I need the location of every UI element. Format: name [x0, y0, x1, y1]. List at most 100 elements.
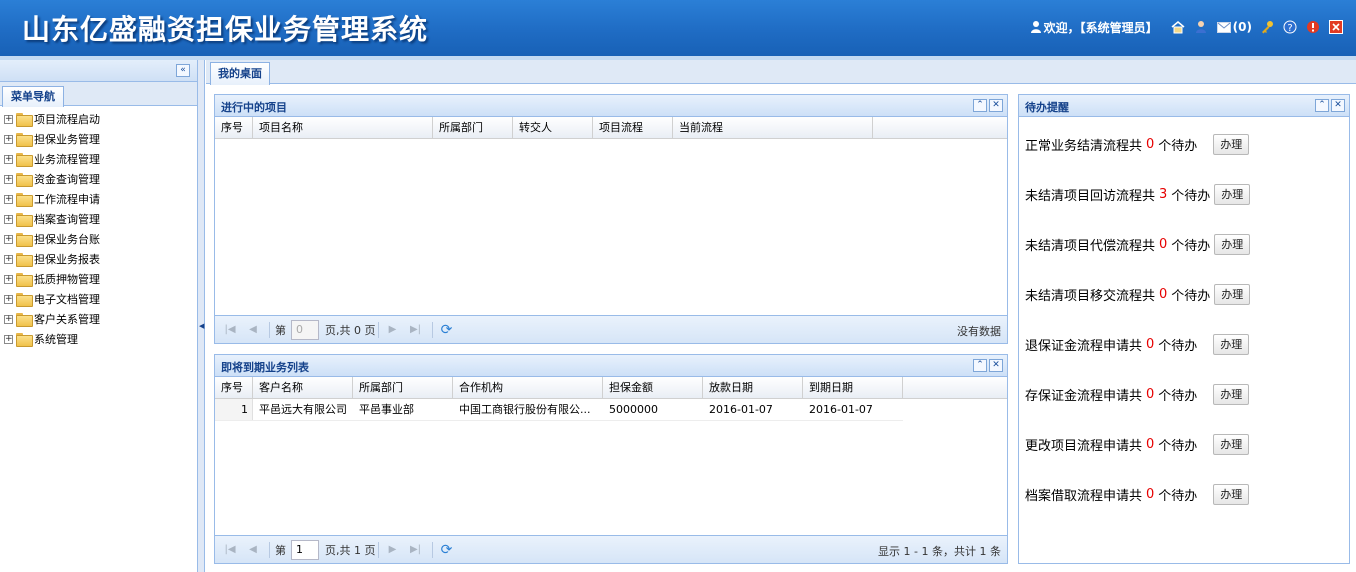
next-page-icon[interactable]: ▶	[384, 542, 402, 558]
tree-item[interactable]: + 电子文档管理	[0, 289, 197, 309]
close-panel-icon[interactable]: ✕	[1331, 99, 1345, 112]
handle-button[interactable]: 办理	[1213, 333, 1250, 355]
mail-icon[interactable]	[1216, 19, 1232, 35]
tree-item-label[interactable]: 担保业务报表	[34, 251, 100, 267]
expand-icon[interactable]: +	[4, 294, 13, 304]
tree-item[interactable]: + 担保业务报表	[0, 249, 197, 269]
collapse-panel-icon[interactable]: ⌃	[1315, 99, 1329, 112]
splitter[interactable]: ◀	[198, 60, 205, 572]
svg-text:?: ?	[1287, 23, 1292, 34]
handle-button[interactable]: 办理	[1214, 283, 1251, 305]
expand-icon[interactable]: +	[4, 174, 13, 184]
first-page-icon[interactable]: |◀	[221, 542, 239, 558]
todo-label: 档案借取流程申请共	[1025, 488, 1143, 504]
expand-icon[interactable]: +	[4, 234, 13, 244]
tree-item[interactable]: + 项目流程启动	[0, 109, 197, 129]
first-page-icon[interactable]: |◀	[221, 322, 239, 338]
tab-menu-navigation[interactable]: 菜单导航	[2, 86, 64, 107]
column-header[interactable]: 客户名称	[253, 377, 353, 399]
tree-item-label[interactable]: 业务流程管理	[34, 151, 100, 167]
tree-item-label[interactable]: 档案查询管理	[34, 211, 100, 227]
tree-item[interactable]: + 担保业务管理	[0, 129, 197, 149]
expand-icon[interactable]: +	[4, 314, 13, 324]
panel-title: 待办提醒	[1025, 101, 1069, 114]
column-header[interactable]: 项目流程	[593, 117, 673, 139]
handle-button[interactable]: 办理	[1214, 233, 1251, 255]
page-prefix: 第	[275, 323, 286, 337]
tab-my-desktop[interactable]: 我的桌面	[210, 62, 270, 85]
page-input[interactable]: 1	[291, 539, 319, 560]
table-row[interactable]: 1 平邑远大有限公司 平邑事业部 中国工商银行股份有限公... 5000000 …	[215, 399, 903, 421]
tree-item-label[interactable]: 抵质押物管理	[34, 271, 100, 287]
tree-item-label[interactable]: 担保业务管理	[34, 131, 100, 147]
tree-item[interactable]: + 系统管理	[0, 329, 197, 349]
column-header[interactable]: 担保金额	[603, 377, 703, 399]
prev-page-icon[interactable]: ◀	[244, 322, 262, 338]
refresh-icon[interactable]: ⟳	[438, 542, 456, 558]
expand-icon[interactable]: +	[4, 214, 13, 224]
expand-icon[interactable]: +	[4, 254, 13, 264]
tree-item-label[interactable]: 系统管理	[34, 331, 78, 347]
folder-icon	[16, 333, 33, 347]
tree-item-label[interactable]: 工作流程申请	[34, 191, 100, 207]
column-header[interactable]: 项目名称	[253, 117, 433, 139]
tree-item[interactable]: + 资金查询管理	[0, 169, 197, 189]
expand-icon[interactable]: +	[4, 194, 13, 204]
todo-label: 存保证金流程申请共	[1025, 388, 1143, 404]
tree-item[interactable]: + 档案查询管理	[0, 209, 197, 229]
column-header[interactable]: 序号	[215, 117, 253, 139]
home-icon[interactable]	[1170, 19, 1186, 35]
column-header[interactable]: 合作机构	[453, 377, 603, 399]
page-input[interactable]: 0	[291, 319, 319, 340]
pager-separator	[269, 321, 270, 338]
expand-icon[interactable]: +	[4, 154, 13, 164]
column-header[interactable]: 当前流程	[673, 117, 873, 139]
close-panel-icon[interactable]: ✕	[989, 99, 1003, 112]
todo-item: 未结清项目代偿流程共 0 个待办 办理	[1019, 219, 1349, 269]
expand-icon[interactable]: +	[4, 134, 13, 144]
help-icon[interactable]: ?	[1282, 19, 1298, 35]
column-header[interactable]: 所属部门	[353, 377, 453, 399]
tree-item[interactable]: + 担保业务台账	[0, 229, 197, 249]
close-panel-icon[interactable]: ✕	[989, 359, 1003, 372]
expand-icon[interactable]: +	[4, 334, 13, 344]
key-icon[interactable]	[1259, 19, 1275, 35]
handle-button[interactable]: 办理	[1213, 433, 1250, 455]
column-header[interactable]: 到期日期	[803, 377, 903, 399]
handle-button[interactable]: 办理	[1214, 183, 1251, 205]
handle-button[interactable]: 办理	[1213, 133, 1250, 155]
last-page-icon[interactable]: ▶|	[407, 322, 425, 338]
tree-item-label[interactable]: 项目流程启动	[34, 111, 100, 127]
column-header[interactable]: 序号	[215, 377, 253, 399]
tree-item[interactable]: + 工作流程申请	[0, 189, 197, 209]
mail-count[interactable]: (0)	[1233, 20, 1252, 34]
handle-button[interactable]: 办理	[1213, 383, 1250, 405]
expand-icon[interactable]: +	[4, 274, 13, 284]
prev-page-icon[interactable]: ◀	[244, 542, 262, 558]
collapse-arrow-icon[interactable]: ◀	[199, 322, 204, 330]
tree-item[interactable]: + 客户关系管理	[0, 309, 197, 329]
column-header[interactable]: 所属部门	[433, 117, 513, 139]
person-icon[interactable]	[1193, 19, 1209, 35]
tree-item-label[interactable]: 客户关系管理	[34, 311, 100, 327]
column-header[interactable]: 转交人	[513, 117, 593, 139]
page-prefix: 第	[275, 543, 286, 557]
todo-item: 未结清项目移交流程共 0 个待办 办理	[1019, 269, 1349, 319]
next-page-icon[interactable]: ▶	[384, 322, 402, 338]
tree-item[interactable]: + 抵质押物管理	[0, 269, 197, 289]
tree-item-label[interactable]: 电子文档管理	[34, 291, 100, 307]
refresh-icon[interactable]: ⟳	[438, 322, 456, 338]
alert-icon[interactable]	[1305, 19, 1321, 35]
tree-item-label[interactable]: 资金查询管理	[34, 171, 100, 187]
tree-item[interactable]: + 业务流程管理	[0, 149, 197, 169]
close-icon[interactable]	[1328, 19, 1344, 35]
collapse-panel-icon[interactable]: ⌃	[973, 359, 987, 372]
pager-separator	[431, 541, 433, 558]
last-page-icon[interactable]: ▶|	[407, 542, 425, 558]
collapse-left-icon[interactable]: «	[176, 64, 190, 77]
tree-item-label[interactable]: 担保业务台账	[34, 231, 100, 247]
expand-icon[interactable]: +	[4, 114, 13, 124]
collapse-panel-icon[interactable]: ⌃	[973, 99, 987, 112]
handle-button[interactable]: 办理	[1213, 483, 1250, 505]
column-header[interactable]: 放款日期	[703, 377, 803, 399]
